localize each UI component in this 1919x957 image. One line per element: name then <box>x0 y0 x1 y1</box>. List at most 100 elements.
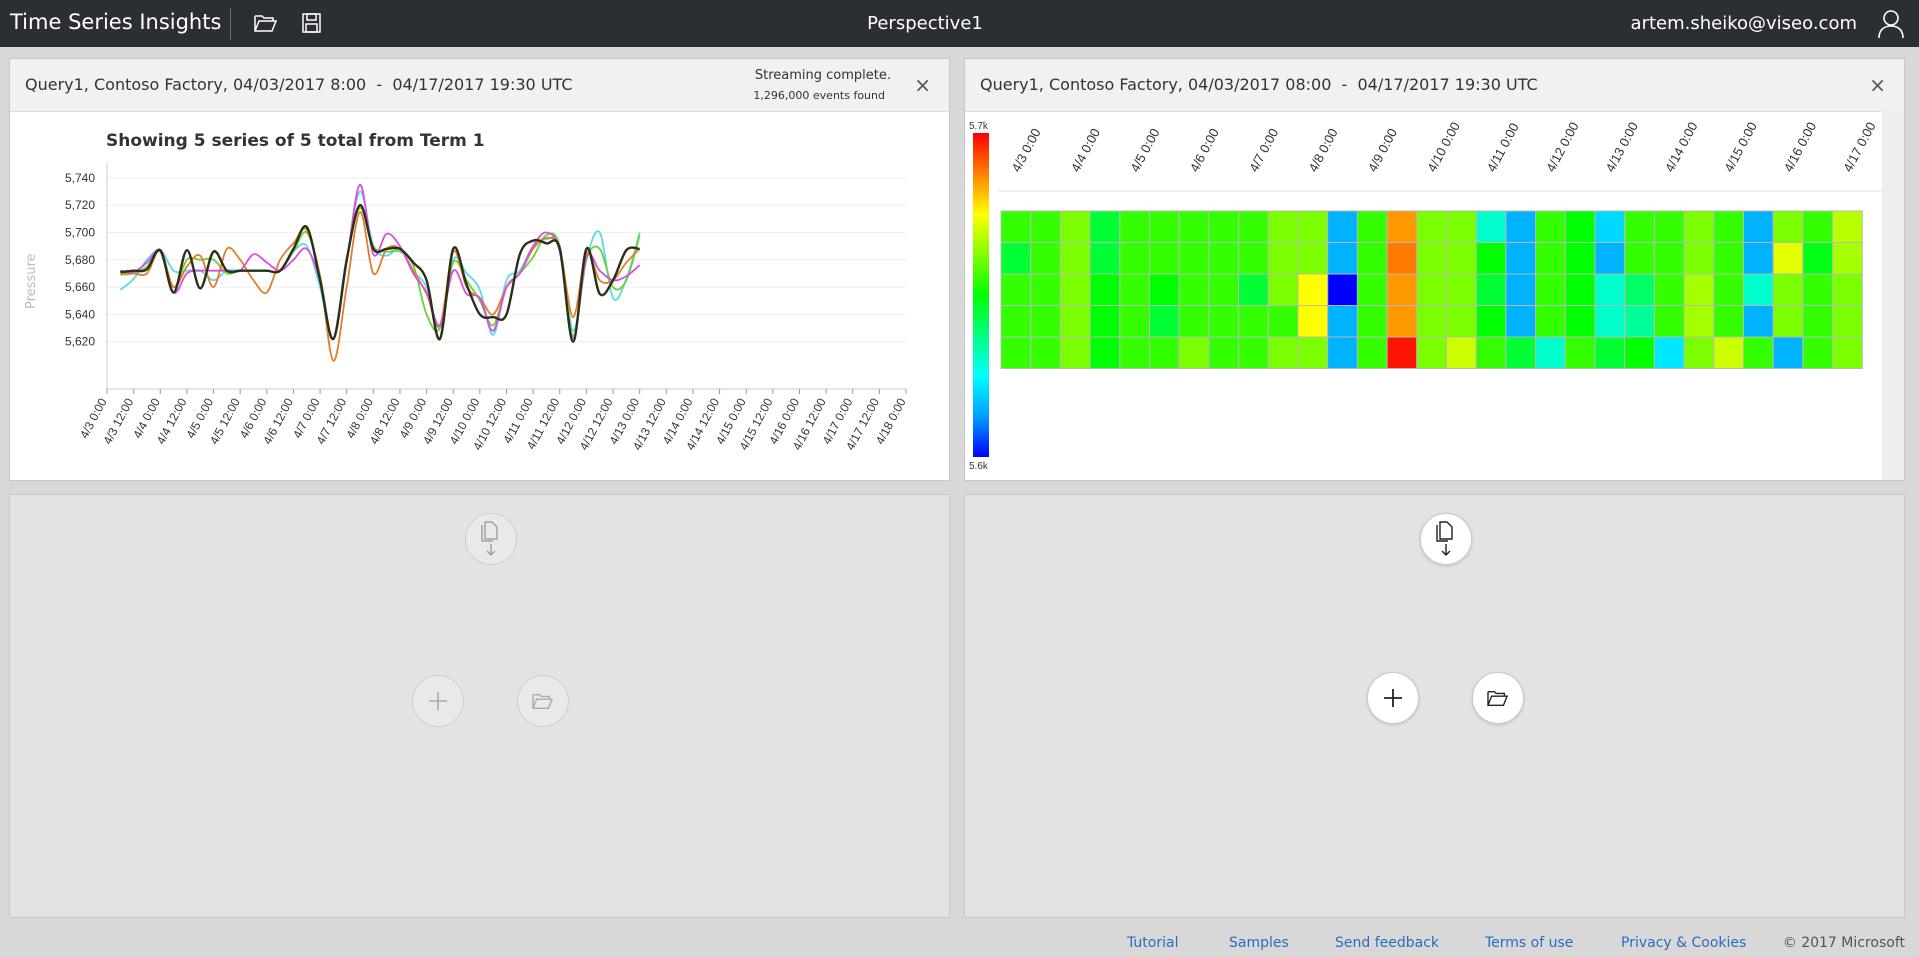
x-tick-label: 4/15 0:00 <box>1721 119 1760 174</box>
plus-icon <box>1384 689 1402 707</box>
open-folder-icon <box>1487 690 1509 706</box>
user-icon[interactable] <box>1877 9 1905 39</box>
y-tick-label: 5,740 <box>65 171 95 185</box>
paste-query-button[interactable] <box>465 513 517 565</box>
heatmap-cell <box>1743 273 1774 306</box>
add-query-button[interactable] <box>1367 672 1419 724</box>
series-line <box>120 203 640 343</box>
heatmap-cell <box>1832 242 1863 275</box>
heatmap-cell <box>1416 273 1447 306</box>
heatmap-cell <box>1059 210 1091 243</box>
heatmap-cell <box>1564 273 1596 306</box>
heatmap-cell <box>1119 336 1151 369</box>
heatmap-cell <box>1683 210 1715 243</box>
heatmap-cell <box>1267 273 1299 306</box>
heatmap-cell <box>1238 305 1269 338</box>
heatmap-cell <box>1535 305 1566 338</box>
y-tick-label: 5,620 <box>65 335 95 349</box>
heatmap-cell <box>1208 273 1240 306</box>
heatmap-cell <box>1178 305 1210 338</box>
x-tick-label: 4/12 0:00 <box>1543 119 1582 174</box>
heatmap-cell <box>1267 242 1299 275</box>
heatmap-cell <box>1238 242 1269 275</box>
heatmap-cell <box>1178 242 1210 275</box>
heatmap-cell <box>1564 242 1596 275</box>
heatmap-cell <box>1119 210 1151 243</box>
scroll-strip <box>1882 111 1904 480</box>
heatmap-cell <box>1743 242 1774 275</box>
heatmap-cell <box>1119 273 1151 306</box>
close-button[interactable]: × <box>1869 73 1886 97</box>
heatmap-cell <box>1030 273 1061 306</box>
heatmap-cell <box>1356 273 1388 306</box>
x-tick-label: 4/16 0:00 <box>1781 119 1820 174</box>
heatmap-cell <box>1832 210 1863 243</box>
heatmap-cell <box>1535 273 1566 306</box>
heatmap-cell <box>1356 336 1388 369</box>
heatmap-cell <box>1624 242 1655 275</box>
x-tick-label: 4/8 0:00 <box>1305 126 1340 175</box>
heatmap-cell <box>1297 273 1329 306</box>
x-tick-label: 4/13 0:00 <box>1602 119 1641 174</box>
heatmap-cell <box>1238 273 1269 306</box>
heatmap-cell <box>1208 336 1240 369</box>
heatmap-cell <box>1030 242 1061 275</box>
heatmap-cell <box>1327 242 1358 275</box>
heatmap-cell <box>1446 305 1477 338</box>
heatmap-cell <box>1059 242 1091 275</box>
heatmap-cell <box>1713 242 1744 275</box>
heatmap-cell <box>1505 305 1537 338</box>
samples-link[interactable]: Samples <box>1229 935 1289 951</box>
line-chart: 5,6205,6405,6605,6805,7005,7205,7404/3 0… <box>65 163 909 452</box>
events-count: 1,296,000 events found <box>753 89 885 102</box>
heatmap-cell <box>1297 242 1329 275</box>
legend-min-label: 5.6k <box>969 461 989 472</box>
paste-icon <box>481 521 498 556</box>
terms-link[interactable]: Terms of use <box>1485 935 1573 951</box>
heatmap-cell <box>1624 210 1655 243</box>
open-query-button[interactable] <box>517 675 569 727</box>
heatmap-cell <box>1327 210 1358 243</box>
heatmap-cell <box>1505 242 1537 275</box>
copyright: © 2017 Microsoft <box>1782 935 1905 951</box>
heatmap-cell <box>1178 273 1210 306</box>
x-tick-label: 4/6 0:00 <box>1187 126 1222 175</box>
heatmap-cell <box>1089 305 1121 338</box>
heatmap-cell <box>1089 336 1121 369</box>
heatmap-cell <box>1653 273 1685 306</box>
series-line <box>120 206 641 340</box>
privacy-link[interactable]: Privacy & Cookies <box>1621 935 1746 951</box>
heatmap-cell <box>1772 336 1804 369</box>
heatmap-cell <box>1386 210 1418 243</box>
heatmap-cell <box>1208 305 1240 338</box>
heatmap-cell <box>1772 273 1804 306</box>
heatmap-cell <box>1505 210 1537 243</box>
open-query-button[interactable] <box>1472 672 1524 724</box>
heatmap-cell <box>1802 210 1834 243</box>
panel-header: Query1, Contoso Factory, 04/03/2017 8:00… <box>10 59 949 112</box>
heatmap-cell <box>1446 336 1477 369</box>
paste-query-button[interactable] <box>1420 513 1472 565</box>
heatmap-cell <box>1653 336 1685 369</box>
empty-panel-right <box>964 494 1905 918</box>
x-tick-label: 4/10 0:00 <box>1424 119 1463 174</box>
heatmap-cell <box>1386 242 1418 275</box>
heatmap-cell <box>1683 242 1715 275</box>
heatmap-cell <box>1446 210 1477 243</box>
heatmap-cell <box>1772 242 1804 275</box>
color-legend <box>973 133 989 457</box>
user-email[interactable]: artem.sheiko@viseo.com <box>1631 13 1857 34</box>
perspective-title[interactable]: Perspective1 <box>0 13 1850 34</box>
add-query-button[interactable] <box>412 675 464 727</box>
close-button[interactable]: × <box>914 73 931 97</box>
open-folder-icon <box>532 693 554 709</box>
heatmap-cell <box>1594 242 1626 275</box>
y-tick-label: 5,660 <box>65 280 95 294</box>
send-feedback-link[interactable]: Send feedback <box>1335 935 1439 951</box>
y-tick-label: 5,700 <box>65 225 95 239</box>
heatmap-cell <box>1624 305 1655 338</box>
heatmap-cell <box>1356 210 1388 243</box>
tutorial-link[interactable]: Tutorial <box>1127 935 1178 951</box>
x-tick-label: 4/14 0:00 <box>1662 119 1701 174</box>
heatmap-cell <box>1564 210 1596 243</box>
